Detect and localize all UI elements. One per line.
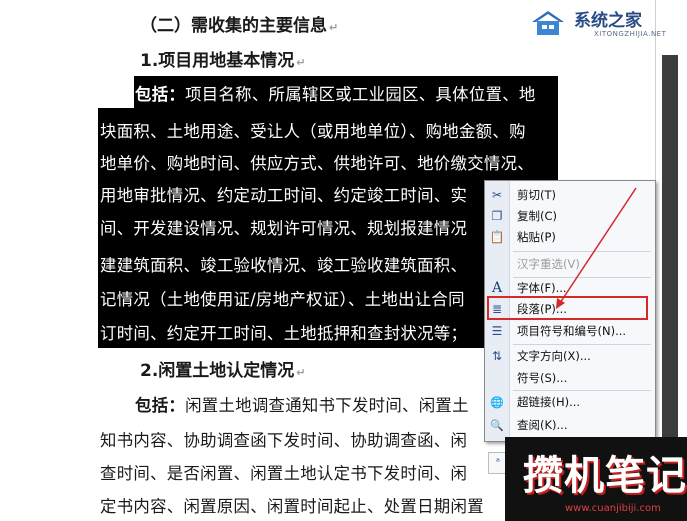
lookup-icon: 🔍 [490,419,504,432]
menu-item-paste[interactable]: 📋 粘贴(P) [485,227,655,248]
menu-item-reselect-hanzi[interactable]: 汉字重选(V) [485,254,655,275]
selected-line[interactable]: 包括：项目名称、所属辖区或工业园区、具体位置、地 [135,81,536,105]
heading-2: （二）需收集的主要信息 ↵ [140,16,339,36]
menu-separator [513,344,651,345]
menu-item-cut[interactable]: ✂ 剪切(T) [485,185,655,206]
heading-3-land-info: 1.项目用地基本情况 ↵ [140,51,306,71]
selected-line[interactable]: 订时间、约定开工时间、土地抵押和查封状况等； [100,320,467,344]
menu-item-lookup[interactable]: 🔍 查阅(K)... [485,415,655,436]
selected-line[interactable]: 记情况（土地使用证/房地产权证）、土地出让合同 [100,286,465,310]
selected-line[interactable]: 块面积、土地用途、受让人（或用地单位）、购地金额、购 [100,118,526,142]
body-line[interactable]: 定书内容、闲置原因、闲置时间起止、处置日期闲置 [100,493,484,517]
house-logo-icon [532,11,564,35]
selected-line[interactable]: 间、开发建设情况、规划许可情况、规划报建情况 [100,215,467,239]
selected-line[interactable]: 建建筑面积、竣工验收情况、竣工验收建筑面积、 [100,252,467,276]
menu-separator [513,251,651,252]
body-line[interactable]: 查时间、是否闲置、闲置土地认定书下发时间、闲 [100,460,467,484]
menu-item-symbol[interactable]: 符号(S)... [485,368,655,389]
selected-line[interactable]: 地单价、购地时间、供应方式、供地许可、地价缴交情况、 [100,150,534,174]
hyperlink-icon: 🌐 [490,396,504,409]
body-line[interactable]: 包括：闲置土地调查通知书下发时间、闲置土 [135,392,469,416]
highlight-box-paragraph [487,296,648,320]
scissors-icon: ✂ [491,188,503,202]
menu-item-copy[interactable]: ❐ 复制(C) [485,206,655,227]
body-line[interactable]: 知书内容、协助调查函下发时间、协助调查函、闲 [100,427,467,451]
menu-separator [513,390,651,391]
watermark-xitongzhijia: 系统之家 XITONGZHIJIA.NET [528,4,678,46]
heading-3-idle-land: 2.闲置土地认定情况 ↵ [140,361,306,381]
bullets-icon: ☰ [491,324,503,338]
text-direction-icon: ⇅ [491,349,503,363]
paste-icon: 📋 [489,230,505,244]
watermark-cuanjibiji: 攒机笔记 www.cuanjibiji.com [505,437,687,521]
selected-line[interactable]: 用地审批情况、约定动工时间、约定竣工时间、实 [100,182,467,206]
copy-icon: ❐ [491,209,503,223]
font-icon: A [491,280,503,296]
menu-item-bullets-numbering[interactable]: ☰ 项目符号和编号(N)... [485,321,655,342]
menu-item-text-direction[interactable]: ⇅ 文字方向(X)... [485,346,655,367]
menu-item-hyperlink[interactable]: 🌐 超链接(H)... [485,392,655,413]
